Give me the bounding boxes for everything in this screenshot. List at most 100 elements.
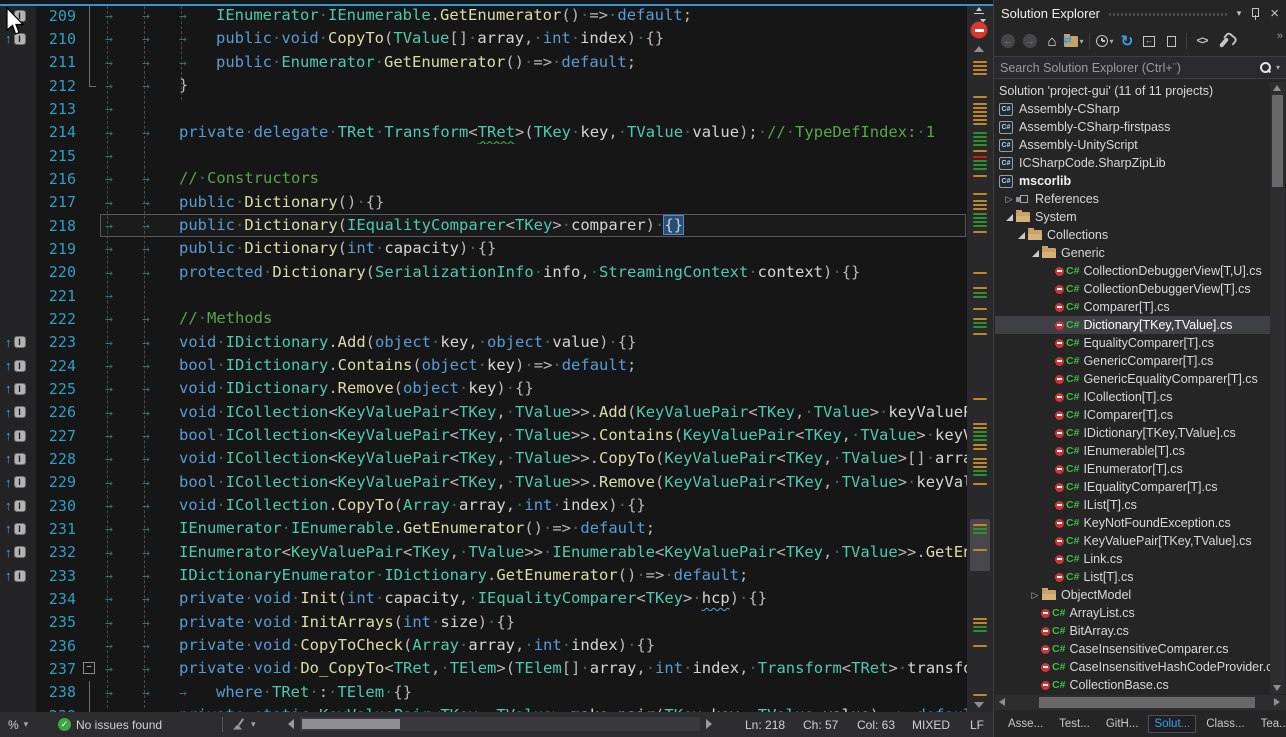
column-indicator[interactable]: Col: 63	[857, 712, 895, 737]
code-text[interactable]: →→bool·IDictionary.Contains(object·key)·…	[100, 354, 967, 377]
refresh-button[interactable]: ↻	[1117, 30, 1137, 52]
tree-item[interactable]: IList[T].cs	[995, 496, 1271, 514]
line-number[interactable]: 211	[36, 53, 80, 71]
outlining-margin[interactable]	[80, 144, 100, 167]
line-number[interactable]: 214	[36, 123, 80, 141]
outlining-margin[interactable]	[80, 634, 100, 657]
code-line[interactable]: ↑I209→→→IEnumerator·IEnumerable.GetEnume…	[0, 4, 993, 27]
code-text[interactable]: →→public·Dictionary(IEqualityComparer<TK…	[100, 214, 967, 237]
code-text[interactable]: →→private·void·CopyToCheck(Array·array,·…	[100, 634, 967, 657]
implements-up-arrow-icon[interactable]: ↑	[5, 429, 12, 442]
scrollbar-thumb[interactable]	[970, 519, 990, 571]
line-number[interactable]: 233	[36, 567, 80, 585]
line-number[interactable]: 227	[36, 427, 80, 445]
line-indicator[interactable]: Ln: 218	[745, 712, 785, 737]
outlining-margin[interactable]	[80, 97, 100, 120]
line-number[interactable]: 213	[36, 100, 80, 118]
tree-item[interactable]: Generic	[995, 244, 1271, 262]
outlining-margin[interactable]	[80, 4, 100, 27]
issues-indicator[interactable]: ✓ No issues found	[58, 712, 162, 737]
gutter[interactable]	[0, 121, 36, 144]
outlining-margin[interactable]	[80, 587, 100, 610]
tree-item[interactable]: C#Assembly-CSharp	[995, 100, 1271, 118]
outlining-margin[interactable]	[80, 424, 100, 447]
properties-button[interactable]	[1214, 30, 1234, 52]
line-number[interactable]: 216	[36, 170, 80, 188]
outlining-margin[interactable]	[80, 564, 100, 587]
collapsed-arrow-icon[interactable]: ▷	[1003, 194, 1015, 205]
line-number[interactable]: 221	[36, 287, 80, 305]
char-indicator[interactable]: Ch: 57	[803, 712, 838, 737]
scroll-down-arrow-icon[interactable]	[1273, 685, 1281, 691]
code-line[interactable]: 236→→private·void·CopyToCheck(Array·arra…	[0, 634, 993, 657]
code-text[interactable]: →→void·ICollection.CopyTo(Array·array,·i…	[100, 494, 967, 517]
code-text[interactable]: →→private·static·KeyValuePair<TKey,·TVal…	[100, 704, 967, 712]
gutter[interactable]	[0, 237, 36, 260]
tree-item[interactable]: Link.cs	[995, 550, 1271, 568]
outlining-margin[interactable]	[80, 494, 100, 517]
scrollbar-thumb[interactable]	[1039, 697, 1255, 708]
code-text[interactable]: →→//·Methods	[100, 307, 967, 330]
code-line[interactable]: 213 →	[0, 97, 993, 120]
code-line[interactable]: 237−→→private·void·Do_CopyTo<TRet,·TElem…	[0, 657, 993, 680]
solution-explorer-titlebar[interactable]: Solution Explorer ▾ ×	[994, 0, 1286, 27]
tree-hscrollbar[interactable]	[995, 695, 1286, 710]
code-text[interactable]: →→→public·Enumerator·GetEnumerator()·=>·…	[100, 51, 967, 74]
gutter[interactable]	[0, 611, 36, 634]
collapse-region-icon[interactable]: −	[83, 662, 95, 674]
line-number[interactable]: 222	[36, 310, 80, 328]
gutter[interactable]: ↑I	[0, 494, 36, 517]
scroll-up-arrow-icon[interactable]	[974, 46, 984, 52]
code-line[interactable]: 221→	[0, 284, 993, 307]
panel-tab[interactable]: Asse...	[1002, 715, 1049, 733]
forward-button[interactable]: →	[1020, 30, 1040, 52]
tree-vscrollbar[interactable]	[1270, 82, 1285, 694]
code-text[interactable]: →→IEnumerator<KeyValuePair<TKey,·TValue>…	[100, 541, 967, 564]
code-line[interactable]: 215→	[0, 144, 993, 167]
tree-item[interactable]: CollectionBase.cs	[995, 676, 1271, 694]
outlining-margin[interactable]	[80, 401, 100, 424]
outlining-margin[interactable]	[80, 354, 100, 377]
line-number[interactable]: 215	[36, 147, 80, 165]
split-editor-handle-icon[interactable]	[971, 7, 987, 21]
outlining-margin[interactable]	[80, 121, 100, 144]
hscroll-left-arrow-icon[interactable]	[999, 698, 1005, 706]
search-icon[interactable]	[1259, 61, 1272, 74]
hscroll-right-arrow-icon[interactable]	[1274, 698, 1280, 706]
interface-badge-icon[interactable]: I	[14, 430, 26, 442]
outlining-margin[interactable]	[80, 541, 100, 564]
tree-item[interactable]: C#ICSharpCode.SharpZipLib	[995, 154, 1271, 172]
code-line[interactable]: ↑I227→→bool·ICollection<KeyValuePair<TKe…	[0, 424, 993, 447]
implements-up-arrow-icon[interactable]: ↑	[5, 546, 12, 559]
code-text[interactable]: →	[100, 97, 967, 120]
outlining-margin[interactable]	[80, 261, 100, 284]
tree-item[interactable]: IEnumerable[T].cs	[995, 442, 1271, 460]
gutter[interactable]: ↑I	[0, 424, 36, 447]
code-text[interactable]: →→IEnumerator·IEnumerable.GetEnumerator(…	[100, 517, 967, 540]
expanded-arrow-icon[interactable]	[1029, 250, 1041, 257]
tree-item[interactable]: CaseInsensitiveHashCodeProvider.cs	[995, 658, 1271, 676]
code-area[interactable]: ↑I209→→→IEnumerator·IEnumerable.GetEnume…	[0, 4, 993, 712]
gutter[interactable]	[0, 307, 36, 330]
gutter[interactable]	[0, 214, 36, 237]
zoom-value[interactable]: %	[8, 718, 19, 732]
gutter[interactable]	[0, 74, 36, 97]
interface-badge-icon[interactable]: I	[14, 383, 26, 395]
implements-up-arrow-icon[interactable]: ↑	[5, 359, 12, 372]
code-line[interactable]: ↑I224→→bool·IDictionary.Contains(object·…	[0, 354, 993, 377]
tree-item[interactable]: CaseInsensitiveComparer.cs	[995, 640, 1271, 658]
code-text[interactable]: →→private·delegate·TRet·Transform<TRet>(…	[100, 121, 967, 144]
code-line[interactable]: 222 →→//·Methods	[0, 307, 993, 330]
outlining-margin[interactable]	[80, 214, 100, 237]
code-text[interactable]: →→}	[100, 74, 967, 97]
switch-views-button[interactable]: ▾	[1064, 30, 1084, 52]
code-line[interactable]: ↑I229→→bool·ICollection<KeyValuePair<TKe…	[0, 471, 993, 494]
gutter[interactable]: ↑I	[0, 541, 36, 564]
tree-item[interactable]: IDictionary[TKey,TValue].cs	[995, 424, 1271, 442]
editor-hscrollbar[interactable]	[300, 717, 700, 731]
implements-up-arrow-icon[interactable]: ↑	[5, 452, 12, 465]
hscroll-left-arrow-icon[interactable]	[288, 719, 294, 729]
code-text[interactable]: →→bool·ICollection<KeyValuePair<TKey,·TV…	[100, 471, 967, 494]
line-number[interactable]: 232	[36, 543, 80, 561]
line-number[interactable]: 225	[36, 380, 80, 398]
